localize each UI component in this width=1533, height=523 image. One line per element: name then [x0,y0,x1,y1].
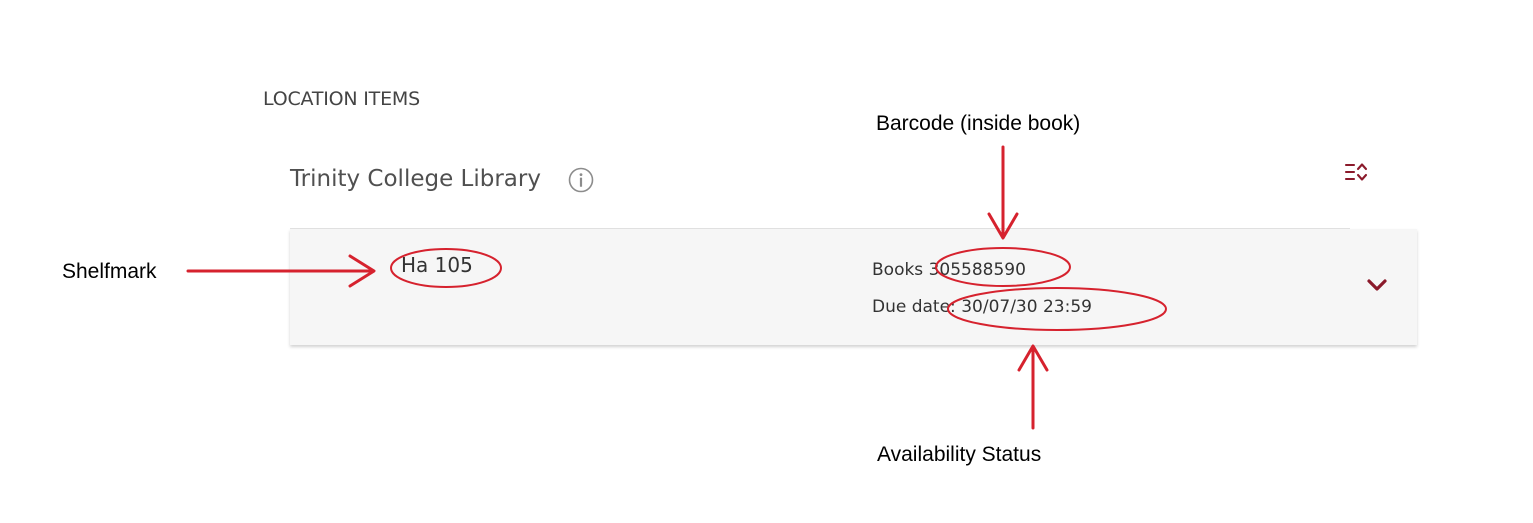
library-header: Trinity College Library [290,160,1368,229]
annotation-availability: Availability Status [877,443,1042,466]
section-title: LOCATION ITEMS [263,88,420,110]
annotation-shelfmark: Shelfmark [62,260,157,283]
library-name: Trinity College Library [290,166,541,192]
annotation-barcode: Barcode (inside book) [876,112,1081,135]
barcode-value: 305588590 [928,260,1026,280]
chevron-down-icon[interactable] [1365,277,1389,295]
due-date-value: 30/07/30 23:59 [961,297,1092,317]
books-label: Books [872,260,924,280]
shelfmark: Ha 105 [401,253,473,277]
due-date-line: Due date: 30/07/30 23:59 [872,297,1092,317]
due-date-label: Due date: [872,297,956,317]
barcode-line: Books 305588590 [872,260,1026,280]
availability-arrow-head [1017,344,1049,372]
location-item-card[interactable]: Ha 105 Books 305588590 Due date: 30/07/3… [290,229,1417,345]
info-icon[interactable] [567,166,595,194]
sort-list-icon[interactable] [1344,160,1368,184]
